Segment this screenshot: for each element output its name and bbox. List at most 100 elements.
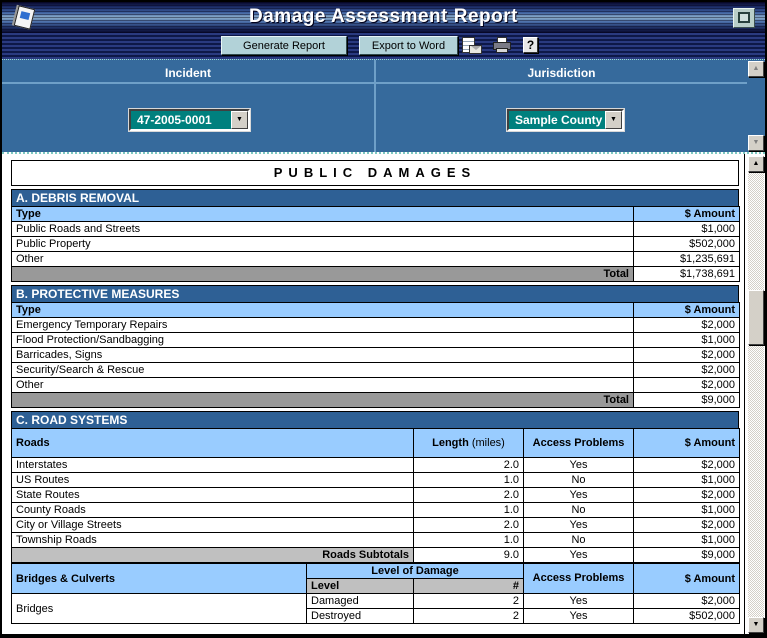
total-amount: $9,000 — [634, 393, 740, 408]
cell-amount: $1,000 — [634, 473, 740, 488]
col-roads: Roads — [12, 429, 414, 458]
cell-count: 2 — [414, 594, 524, 609]
cell-type: Flood Protection/Sandbagging — [12, 333, 634, 348]
subtotal-length: 9.0 — [414, 548, 524, 563]
cell-amount: $502,000 — [634, 609, 740, 624]
cell-access: No — [524, 533, 634, 548]
cell-type: Other — [12, 378, 634, 393]
section-a-table: Type $ Amount Public Roads and Streets $… — [11, 206, 740, 282]
cell-access: Yes — [524, 488, 634, 503]
cell-type: Emergency Temporary Repairs — [12, 318, 634, 333]
cell-type: Public Roads and Streets — [12, 222, 634, 237]
jurisdiction-label: Jurisdiction — [376, 66, 747, 80]
cell-amount: $2,000 — [634, 488, 740, 503]
table-row: Security/Search & Rescue $2,000 — [12, 363, 740, 378]
maximize-button[interactable] — [733, 8, 755, 28]
cell-length: 1.0 — [414, 473, 524, 488]
cell-count: 2 — [414, 609, 524, 624]
scrollbar-thumb[interactable] — [748, 290, 764, 345]
table-row: City or Village Streets2.0Yes$2,000 — [12, 518, 740, 533]
help-icon[interactable]: ? — [523, 37, 539, 55]
cell-length: 2.0 — [414, 518, 524, 533]
app-window: Damage Assessment Report Generate Report… — [0, 0, 767, 638]
jurisdiction-dropdown[interactable]: Sample County ▼ — [507, 109, 624, 131]
cell-access: Yes — [524, 458, 634, 473]
frame-scrollbar: ▲ ▼ — [748, 61, 764, 151]
report-content: PUBLIC DAMAGES A. DEBRIS REMOVAL Type $ … — [2, 152, 765, 634]
filter-frame: Incident Jurisdiction 47-2005-0001 ▼ Sam… — [2, 59, 765, 152]
cell-type: Public Property — [12, 237, 634, 252]
document-export-icon[interactable] — [461, 37, 481, 55]
scroll-down-icon[interactable]: ▼ — [748, 135, 764, 151]
window-title: Damage Assessment Report — [2, 6, 765, 28]
subtotal-access: Yes — [524, 548, 634, 563]
cell-amount: $1,000 — [634, 222, 740, 237]
cell-type: Other — [12, 252, 634, 267]
report-title: PUBLIC DAMAGES — [11, 160, 739, 186]
col-amount: $ Amount — [634, 429, 740, 458]
cell-amount: $1,235,691 — [634, 252, 740, 267]
cell-amount: $1,000 — [634, 503, 740, 518]
subtotal-row: Roads Subtotals 9.0 Yes $9,000 — [12, 548, 740, 563]
col-type: Type — [12, 303, 634, 318]
cell-access: No — [524, 503, 634, 518]
table-row: Public Roads and Streets $1,000 — [12, 222, 740, 237]
cell-access: Yes — [524, 518, 634, 533]
subtotal-amount: $9,000 — [634, 548, 740, 563]
table-row: Emergency Temporary Repairs $2,000 — [12, 318, 740, 333]
subtotal-label: Roads Subtotals — [12, 548, 414, 563]
cell-length: 2.0 — [414, 488, 524, 503]
title-bar: Damage Assessment Report — [2, 2, 765, 33]
level-of-damage-header: Level of Damage — [307, 564, 524, 579]
chevron-down-icon[interactable]: ▼ — [231, 111, 248, 129]
cell-access: Yes — [524, 609, 634, 624]
total-row: Total $1,738,691 — [12, 267, 740, 282]
vertical-scrollbar[interactable]: ▲ ▼ — [748, 156, 764, 633]
export-to-word-button[interactable]: Export to Word — [359, 36, 458, 55]
cell-amount: $2,000 — [634, 363, 740, 378]
col-level: Level — [307, 579, 414, 594]
table-row: US Routes1.0No$1,000 — [12, 473, 740, 488]
question-mark-glyph: ? — [523, 37, 538, 53]
cell-access: No — [524, 473, 634, 488]
printer-icon[interactable] — [492, 37, 512, 55]
cell-road: State Routes — [12, 488, 414, 503]
scroll-up-icon[interactable]: ▲ — [748, 156, 764, 172]
cell-amount: $1,000 — [634, 333, 740, 348]
section-b-header: B. PROTECTIVE MEASURES — [11, 285, 739, 302]
total-row: Total $9,000 — [12, 393, 740, 408]
col-count: # — [414, 579, 524, 594]
col-length: Length (miles) — [414, 429, 524, 458]
scroll-up-icon[interactable]: ▲ — [748, 61, 764, 77]
content-right-border — [744, 154, 745, 634]
cell-amount: $2,000 — [634, 318, 740, 333]
cell-amount: $2,000 — [634, 594, 740, 609]
cell-amount: $502,000 — [634, 237, 740, 252]
cell-type: Security/Search & Rescue — [12, 363, 634, 378]
cell-amount: $2,000 — [634, 348, 740, 363]
jurisdiction-value: Sample County — [509, 111, 605, 129]
section-c-header: C. ROAD SYSTEMS — [11, 411, 739, 428]
generate-report-button[interactable]: Generate Report — [221, 36, 347, 55]
public-damages-report: PUBLIC DAMAGES A. DEBRIS REMOVAL Type $ … — [11, 160, 739, 624]
cell-amount: $2,000 — [634, 518, 740, 533]
scroll-down-icon[interactable]: ▼ — [748, 617, 764, 633]
toolbar: Generate Report Export to Word ? — [2, 33, 765, 59]
incident-dropdown[interactable]: 47-2005-0001 ▼ — [129, 109, 250, 131]
cell-type: Barricades, Signs — [12, 348, 634, 363]
cell-level: Damaged — [307, 594, 414, 609]
bridges-culverts-header: Bridges & Culverts — [12, 564, 307, 594]
table-row: Barricades, Signs $2,000 — [12, 348, 740, 363]
cell-length: 1.0 — [414, 533, 524, 548]
table-row: State Routes2.0Yes$2,000 — [12, 488, 740, 503]
cell-road: County Roads — [12, 503, 414, 518]
table-row: Bridges Damaged 2 Yes $2,000 — [12, 594, 740, 609]
bridges-culverts-table: Bridges & Culverts Level of Damage Acces… — [11, 563, 740, 624]
table-row: Interstates2.0Yes$2,000 — [12, 458, 740, 473]
chevron-down-icon[interactable]: ▼ — [605, 111, 622, 129]
col-amount: $ Amount — [634, 303, 740, 318]
col-access-problems: Access Problems — [524, 564, 634, 594]
cell-road: City or Village Streets — [12, 518, 414, 533]
cell-road: US Routes — [12, 473, 414, 488]
table-row: County Roads1.0No$1,000 — [12, 503, 740, 518]
